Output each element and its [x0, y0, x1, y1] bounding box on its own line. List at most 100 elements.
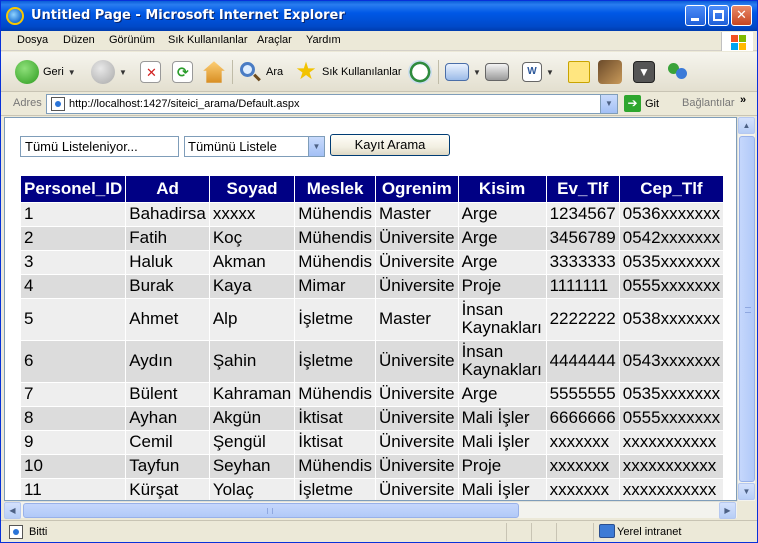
cell-personel-id: 10: [19, 453, 127, 479]
record-search-button[interactable]: Kayıt Arama: [330, 134, 450, 156]
address-input[interactable]: http://localhost:1427/siteici_arama/Defa…: [46, 94, 618, 114]
table-row: 11 Kürşat Yolaç İşletme Üniversite Mali İşler…: [19, 477, 725, 500]
research-icon: [598, 60, 622, 84]
cell-meslek: İşletme: [294, 477, 376, 500]
links-label[interactable]: Bağlantılar: [682, 97, 735, 109]
cell-cep-tlf: 0543xxxxxxx: [618, 339, 725, 383]
cell-soyad: Alp: [208, 297, 296, 341]
cell-soyad: Akgün: [208, 405, 296, 431]
table-row: 3 Haluk Akman Mühendis Üniversite Arge 3333333…: [19, 249, 725, 275]
forward-button[interactable]: ▼: [91, 59, 127, 85]
filter-select[interactable]: Tümünü Listele ▼: [184, 136, 325, 157]
cell-meslek: Mühendis: [294, 225, 376, 251]
cell-kisim: Proje: [457, 273, 547, 299]
address-url[interactable]: http://localhost:1427/siteici_arama/Defa…: [69, 98, 300, 110]
messenger-button[interactable]: [665, 59, 689, 85]
home-button[interactable]: [202, 59, 226, 85]
table-row: 8 Ayhan Akgün İktisat Üniversite Mali İşler 66…: [19, 405, 725, 431]
mail-button[interactable]: ▼: [445, 59, 481, 85]
scroll-right-icon[interactable]: ▶: [719, 502, 736, 519]
table-row: 4 Burak Kaya Mimar Üniversite Proje 1111111 055…: [19, 273, 725, 299]
menu-file[interactable]: Dosya: [17, 34, 48, 46]
cell-kisim: Mali İşler: [457, 477, 547, 500]
search-label: Ara: [266, 66, 284, 78]
edit-dropdown-icon[interactable]: ▼: [546, 68, 554, 77]
cell-kisim: Mali İşler: [457, 405, 547, 431]
cell-personel-id: 11: [19, 477, 127, 500]
chevron-down-icon[interactable]: ▼: [308, 137, 324, 156]
close-button[interactable]: ✕: [731, 5, 752, 26]
menu-favorites[interactable]: Sık Kullanılanlar: [168, 34, 248, 46]
vertical-scroll-thumb[interactable]: [739, 136, 755, 482]
favorites-button[interactable]: ★ Sık Kullanılanlar: [294, 59, 401, 85]
table-row: 7 Bülent Kahraman Mühendis Üniversite Arge 555…: [19, 381, 725, 407]
menu-help[interactable]: Yardım: [306, 34, 341, 46]
cell-ogrenim: Üniversite: [374, 225, 459, 251]
menu-tools[interactable]: Araçlar: [257, 34, 292, 46]
cell-ogrenim: Üniversite: [374, 249, 459, 275]
cell-ev-tlf: 1234567: [545, 201, 620, 227]
address-dropdown-icon[interactable]: ▼: [600, 95, 617, 113]
messenger-icon: [665, 60, 689, 84]
cell-kisim: Arge: [457, 249, 547, 275]
horizontal-scroll-thumb[interactable]: [23, 503, 519, 518]
research-button[interactable]: [598, 59, 622, 85]
cell-meslek: Mühendis: [294, 249, 376, 275]
print-button[interactable]: [485, 59, 509, 85]
menu-view[interactable]: Görünüm: [109, 34, 155, 46]
cell-kisim: Arge: [457, 381, 547, 407]
page-status-icon: [9, 525, 23, 539]
grid-header-row: Personel_ID Ad Soyad Meslek Ogrenim Kisi…: [19, 176, 725, 203]
forward-dropdown-icon[interactable]: ▼: [119, 68, 127, 77]
toolbar-separator: [232, 60, 233, 84]
cell-ev-tlf: 3333333: [545, 249, 620, 275]
scroll-down-icon[interactable]: ▼: [738, 483, 755, 500]
address-bar: Adres http://localhost:1427/siteici_aram…: [1, 92, 757, 116]
minimize-button[interactable]: [685, 5, 706, 26]
windows-flag-icon: [721, 32, 753, 51]
search-icon: [238, 60, 262, 84]
links-chevron-icon[interactable]: »: [740, 94, 746, 106]
cell-soyad: Şahin: [208, 339, 296, 383]
cell-kisim: Arge: [457, 225, 547, 251]
mail-dropdown-icon[interactable]: ▼: [473, 68, 481, 77]
scroll-left-icon[interactable]: ◀: [4, 502, 21, 519]
maximize-button[interactable]: [708, 5, 729, 26]
history-button[interactable]: [408, 59, 432, 85]
cell-ad: Bahadirsa: [125, 201, 210, 227]
cell-soyad: Akman: [208, 249, 296, 275]
cell-meslek: Mühendis: [294, 453, 376, 479]
search-button[interactable]: Ara: [238, 59, 283, 85]
back-dropdown-icon[interactable]: ▼: [68, 68, 76, 77]
cell-ad: Fatih: [125, 225, 210, 251]
stop-button[interactable]: ✕: [140, 59, 161, 85]
media-icon: ▼: [633, 61, 655, 83]
edit-button[interactable]: W ▼: [522, 59, 554, 85]
stop-icon: ✕: [140, 61, 161, 83]
refresh-button[interactable]: ⟳: [172, 59, 193, 85]
header-personel-id: Personel_ID: [19, 176, 127, 203]
cell-ogrenim: Üniversite: [374, 429, 459, 455]
horizontal-scrollbar[interactable]: ◀ ▶: [4, 501, 737, 519]
status-panel: [531, 523, 532, 541]
title-bar[interactable]: Untitled Page - Microsoft Internet Explo…: [1, 1, 757, 31]
filter-select-value: Tümünü Listele: [188, 139, 277, 154]
back-button[interactable]: Geri ▼: [15, 59, 76, 85]
table-row: 5 Ahmet Alp İşletme Master İnsan Kaynakları 22…: [19, 297, 725, 341]
cell-soyad: Seyhan: [208, 453, 296, 479]
scroll-up-icon[interactable]: ▲: [738, 117, 755, 134]
zone-icon: [599, 524, 615, 538]
cell-meslek: İşletme: [294, 339, 376, 383]
status-panel: [506, 523, 507, 541]
cell-cep-tlf: xxxxxxxxxxx: [618, 477, 725, 500]
table-row: 9 Cemil Şengül İktisat Üniversite Mali İşler x…: [19, 429, 725, 455]
go-button[interactable]: ➔ Git: [624, 95, 659, 112]
menu-edit[interactable]: Düzen: [63, 34, 95, 46]
search-input[interactable]: Tümü Listeleniyor...: [20, 136, 179, 157]
discuss-button[interactable]: [568, 59, 590, 85]
cell-ev-tlf: 4444444: [545, 339, 620, 383]
media-button[interactable]: ▼: [633, 59, 655, 85]
vertical-scrollbar[interactable]: ▲ ▼: [737, 117, 755, 501]
cell-ogrenim: Üniversite: [374, 273, 459, 299]
cell-ad: Kürşat: [125, 477, 210, 500]
